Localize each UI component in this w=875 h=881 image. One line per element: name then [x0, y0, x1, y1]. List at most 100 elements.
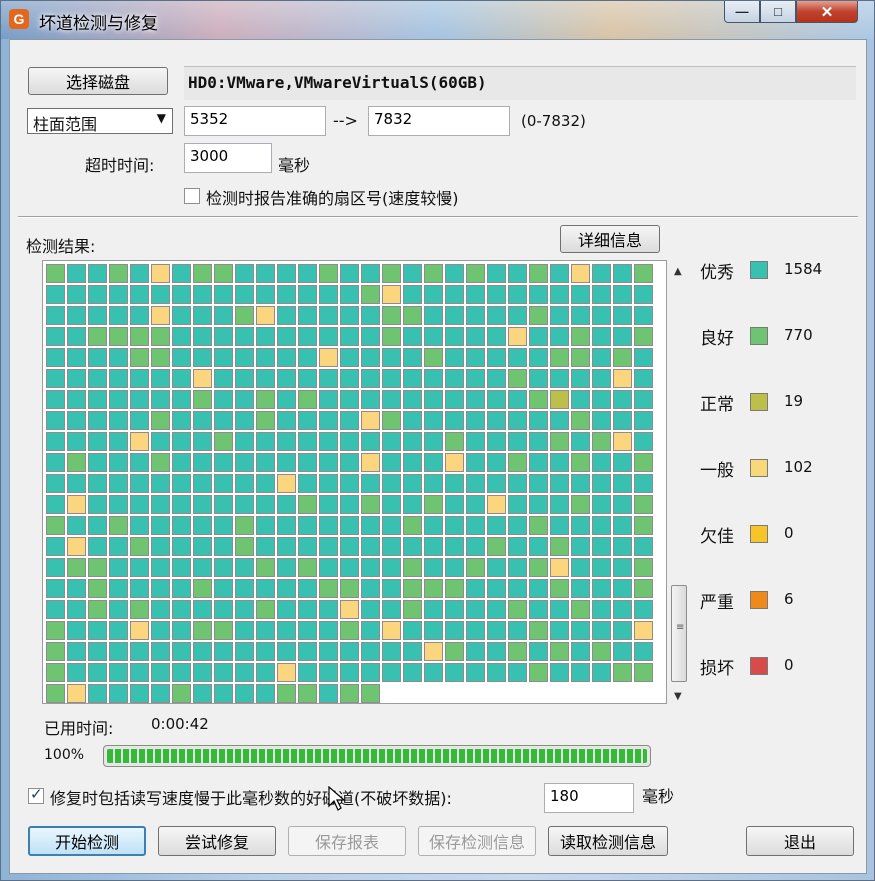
- cylinder-cell[interactable]: [193, 516, 212, 535]
- cylinder-cell[interactable]: [67, 432, 86, 451]
- cylinder-cell[interactable]: [46, 264, 65, 283]
- cylinder-cell[interactable]: [151, 558, 170, 577]
- cylinder-cell[interactable]: [88, 348, 107, 367]
- cylinder-cell[interactable]: [256, 621, 275, 640]
- cylinder-cell[interactable]: [529, 516, 548, 535]
- range-start-input[interactable]: 5352: [184, 106, 326, 136]
- cylinder-cell[interactable]: [214, 684, 233, 703]
- cylinder-cell[interactable]: [214, 264, 233, 283]
- cylinder-cell[interactable]: [130, 642, 149, 661]
- cylinder-cell[interactable]: [214, 600, 233, 619]
- cylinder-cell[interactable]: [403, 390, 422, 409]
- cylinder-cell[interactable]: [67, 642, 86, 661]
- cylinder-cell[interactable]: [256, 474, 275, 493]
- cylinder-cell[interactable]: [529, 327, 548, 346]
- cylinder-cell[interactable]: [361, 495, 380, 514]
- cylinder-cell[interactable]: [445, 453, 464, 472]
- cylinder-cell[interactable]: [382, 600, 401, 619]
- cylinder-cell[interactable]: [634, 348, 653, 367]
- cylinder-cell[interactable]: [466, 306, 485, 325]
- cylinder-cell[interactable]: [193, 411, 212, 430]
- cylinder-cell[interactable]: [466, 495, 485, 514]
- cylinder-cell[interactable]: [277, 369, 296, 388]
- cylinder-cell[interactable]: [550, 516, 569, 535]
- cylinder-cell[interactable]: [109, 495, 128, 514]
- cylinder-cell[interactable]: [130, 348, 149, 367]
- cylinder-cell[interactable]: [46, 579, 65, 598]
- cylinder-cell[interactable]: [235, 516, 254, 535]
- cylinder-cell[interactable]: [235, 663, 254, 682]
- cylinder-cell[interactable]: [529, 432, 548, 451]
- cylinder-cell[interactable]: [445, 306, 464, 325]
- cylinder-cell[interactable]: [214, 621, 233, 640]
- cylinder-cell[interactable]: [214, 642, 233, 661]
- cylinder-cell[interactable]: [634, 474, 653, 493]
- close-button[interactable]: ✕: [796, 1, 858, 23]
- cylinder-cell[interactable]: [613, 369, 632, 388]
- cylinder-cell[interactable]: [88, 474, 107, 493]
- cylinder-cell[interactable]: [571, 306, 590, 325]
- cylinder-cell[interactable]: [319, 600, 338, 619]
- cylinder-cell[interactable]: [298, 684, 317, 703]
- cylinder-cell[interactable]: [382, 558, 401, 577]
- cylinder-cell[interactable]: [130, 579, 149, 598]
- cylinder-cell[interactable]: [277, 579, 296, 598]
- cylinder-cell[interactable]: [613, 600, 632, 619]
- cylinder-cell[interactable]: [382, 285, 401, 304]
- cylinder-cell[interactable]: [382, 411, 401, 430]
- cylinder-cell[interactable]: [340, 684, 359, 703]
- cylinder-cell[interactable]: [382, 579, 401, 598]
- cylinder-cell[interactable]: [46, 453, 65, 472]
- report-sector-checkbox[interactable]: [184, 188, 200, 204]
- cylinder-cell[interactable]: [445, 495, 464, 514]
- cylinder-cell[interactable]: [256, 285, 275, 304]
- cylinder-cell[interactable]: [592, 474, 611, 493]
- cylinder-cell[interactable]: [550, 264, 569, 283]
- cylinder-cell[interactable]: [151, 621, 170, 640]
- cylinder-cell[interactable]: [67, 264, 86, 283]
- cylinder-cell[interactable]: [445, 390, 464, 409]
- cylinder-cell[interactable]: [319, 327, 338, 346]
- cylinder-cell[interactable]: [487, 558, 506, 577]
- save-report-button[interactable]: 保存报表: [288, 826, 406, 856]
- cylinder-cell[interactable]: [403, 264, 422, 283]
- cylinder-cell[interactable]: [88, 516, 107, 535]
- cylinder-cell[interactable]: [529, 495, 548, 514]
- cylinder-cell[interactable]: [340, 537, 359, 556]
- cylinder-cell[interactable]: [571, 642, 590, 661]
- cylinder-cell[interactable]: [361, 516, 380, 535]
- cylinder-cell[interactable]: [172, 516, 191, 535]
- cylinder-cell[interactable]: [46, 621, 65, 640]
- cylinder-cell[interactable]: [508, 537, 527, 556]
- cylinder-cell[interactable]: [235, 558, 254, 577]
- cylinder-cell[interactable]: [235, 495, 254, 514]
- cylinder-cell[interactable]: [613, 663, 632, 682]
- cylinder-cell[interactable]: [172, 369, 191, 388]
- cylinder-cell[interactable]: [151, 264, 170, 283]
- cylinder-cell[interactable]: [613, 558, 632, 577]
- cylinder-cell[interactable]: [403, 474, 422, 493]
- cylinder-cell[interactable]: [403, 621, 422, 640]
- cylinder-cell[interactable]: [382, 264, 401, 283]
- cylinder-cell[interactable]: [109, 579, 128, 598]
- cylinder-cell[interactable]: [550, 474, 569, 493]
- cylinder-cell[interactable]: [634, 285, 653, 304]
- cylinder-cell[interactable]: [298, 411, 317, 430]
- cylinder-cell[interactable]: [571, 327, 590, 346]
- cylinder-cell[interactable]: [235, 684, 254, 703]
- cylinder-cell[interactable]: [487, 579, 506, 598]
- cylinder-cell[interactable]: [88, 432, 107, 451]
- cylinder-cell[interactable]: [613, 390, 632, 409]
- cylinder-cell[interactable]: [109, 369, 128, 388]
- cylinder-cell[interactable]: [193, 642, 212, 661]
- cylinder-cell[interactable]: [340, 285, 359, 304]
- cylinder-cell[interactable]: [592, 348, 611, 367]
- cylinder-cell[interactable]: [508, 663, 527, 682]
- cylinder-cell[interactable]: [550, 411, 569, 430]
- cylinder-cell[interactable]: [235, 579, 254, 598]
- cylinder-cell[interactable]: [550, 432, 569, 451]
- cylinder-cell[interactable]: [487, 495, 506, 514]
- cylinder-cell[interactable]: [634, 600, 653, 619]
- cylinder-cell[interactable]: [319, 369, 338, 388]
- cylinder-cell[interactable]: [277, 663, 296, 682]
